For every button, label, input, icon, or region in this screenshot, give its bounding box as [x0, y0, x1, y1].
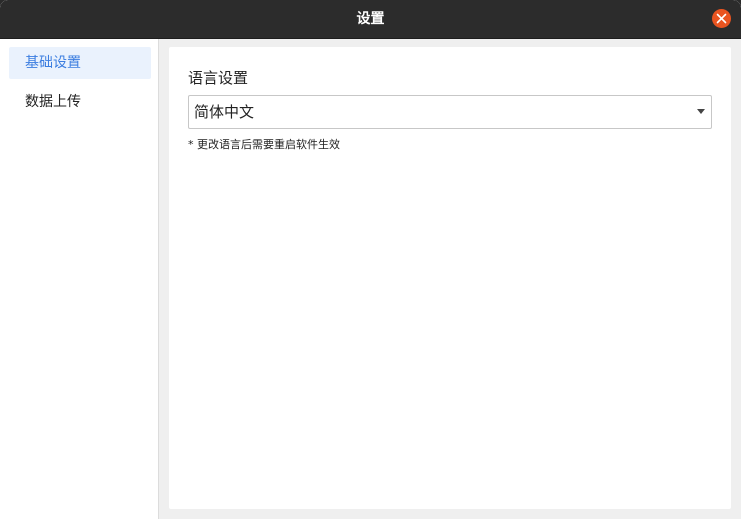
settings-panel: 语言设置 简体中文 * 更改语言后需要重启软件生效: [169, 47, 731, 509]
sidebar-item-data-upload[interactable]: 数据上传: [9, 86, 151, 118]
window-title: 设置: [356, 11, 385, 27]
close-button[interactable]: [712, 9, 731, 28]
close-icon: [716, 13, 727, 24]
settings-window: 设置 基础设置 数据上传 语言设置 简体中文 * 更改语言后需要重启软件生效: [0, 0, 741, 519]
language-settings-label: 语言设置: [188, 69, 249, 87]
title-bar[interactable]: 设置: [0, 0, 741, 39]
language-select[interactable]: 简体中文: [188, 95, 712, 129]
restart-hint-text: * 更改语言后需要重启软件生效: [188, 138, 340, 151]
sidebar: 基础设置 数据上传: [0, 39, 159, 519]
sidebar-item-basic-settings[interactable]: 基础设置: [9, 47, 151, 79]
dropdown-arrow-icon: [697, 109, 705, 114]
language-select-value: 简体中文: [194, 103, 255, 121]
